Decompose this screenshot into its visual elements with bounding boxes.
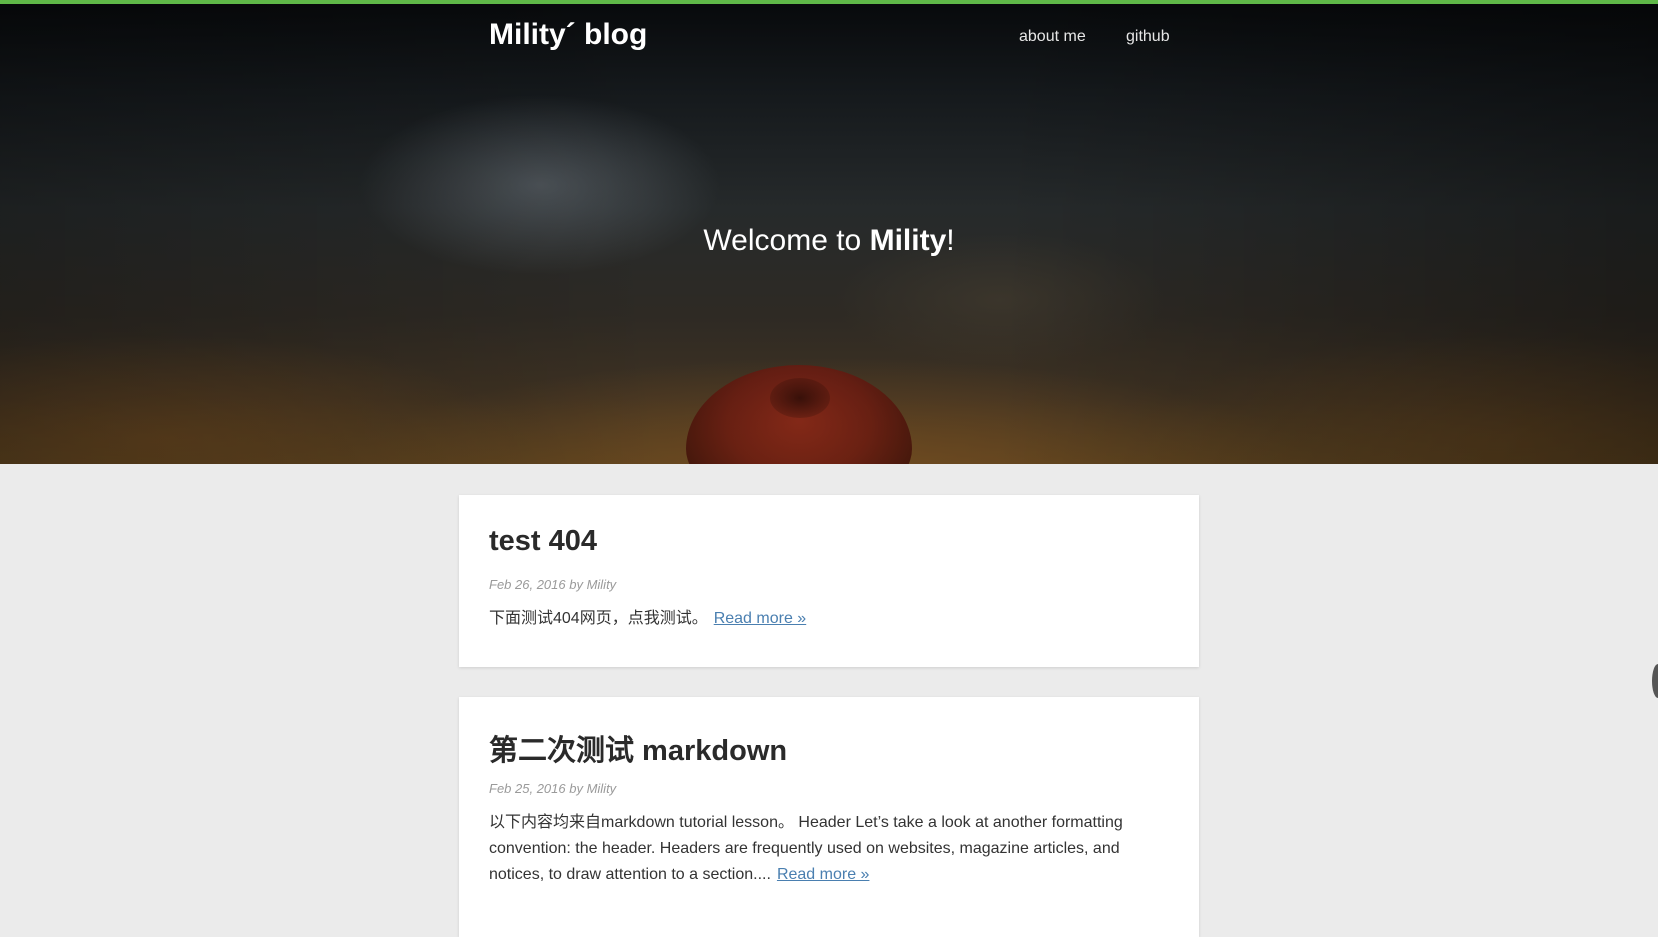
post-excerpt: 以下内容均来自markdown tutorial lesson。 Header … [489, 810, 1149, 888]
welcome-prefix: Welcome to [703, 224, 870, 257]
post-meta: Feb 25, 2016 by Mility [489, 781, 617, 796]
read-more-link[interactable]: Read more » [777, 866, 870, 883]
brand-link[interactable]: Mility´ blog [489, 18, 647, 52]
post-title-link[interactable]: 第二次测试 markdown [489, 727, 787, 769]
welcome-suffix: ! [946, 224, 955, 257]
hero-poppy-center [770, 378, 830, 418]
post-excerpt-text: 下面测试404网页，点我测试。 [489, 610, 708, 627]
post-excerpt: 下面测试404网页，点我测试。 Read more » [489, 606, 1149, 632]
post-card: 第二次测试 markdown Feb 25, 2016 by Mility 以下… [459, 697, 1199, 937]
top-accent-bar [0, 0, 1658, 4]
post-meta: Feb 26, 2016 by Mility [489, 577, 617, 592]
post-title-link[interactable]: test 404 [489, 525, 597, 558]
post-card: test 404 Feb 26, 2016 by Mility 下面测试404网… [459, 495, 1199, 667]
read-more-link[interactable]: Read more » [714, 610, 807, 627]
hero-welcome-heading: Welcome to Mility! [0, 224, 1658, 258]
nav-link-github[interactable]: github [1126, 28, 1170, 46]
scrollbar-handle[interactable] [1652, 664, 1658, 698]
welcome-name: Mility [869, 224, 947, 257]
nav-link-about-me[interactable]: about me [1019, 28, 1086, 46]
top-navigation: Mility´ blog about me github [0, 4, 1658, 70]
